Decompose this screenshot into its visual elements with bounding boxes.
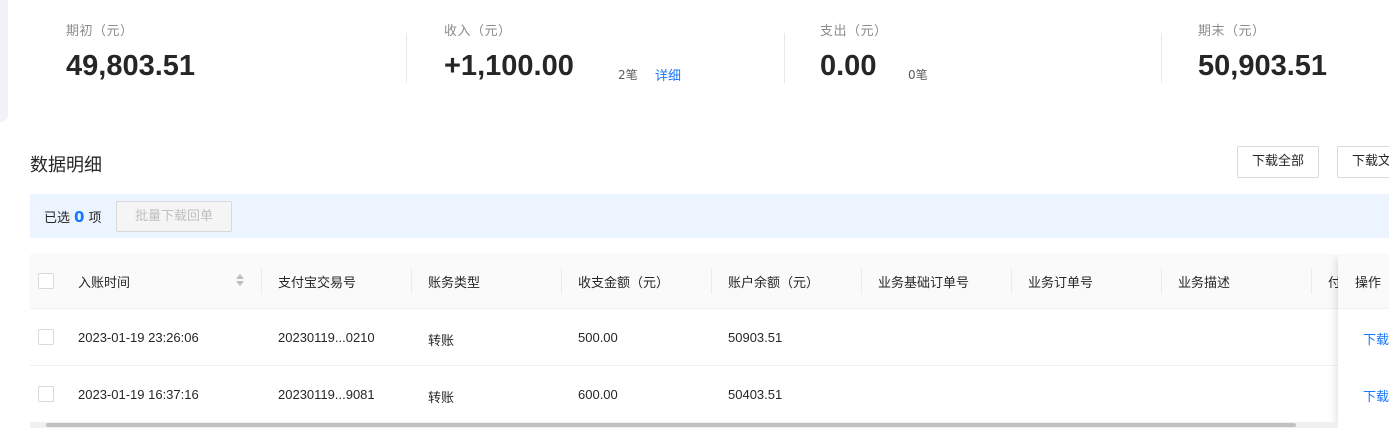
column-header-actions: 操作 [1355,276,1382,291]
expense-label: 支出（元） [820,24,888,39]
cell-type: 转账 [428,333,455,348]
selection-suffix: 项 [88,211,102,226]
cell-amount: 600.00 [578,387,618,402]
row-download-link[interactable]: 下载 [1363,329,1389,348]
income-stat: 收入（元） +1,100.00 2笔 详细 [444,20,681,84]
cell-balance: 50403.51 [728,387,783,402]
row-checkbox[interactable] [38,386,54,402]
batch-download-button[interactable]: 批量下载回单 [116,201,232,232]
expense-count: 0笔 [908,68,928,82]
divider [784,33,785,83]
selection-bar: 已选 0 项 批量下载回单 [30,194,1389,238]
expense-value: 0.00 [820,50,877,82]
table-row: 2023-01-19 16:37:16 20230119...9081 转账 6… [30,366,1389,423]
selection-summary: 已选 0 项 [44,207,101,226]
column-divider [561,268,562,294]
table-header: 入账时间 支付宝交易号 账务类型 收支金额（元） 账户余额（元） 业务基础订单号… [30,254,1389,309]
selection-count: 0 [74,208,85,226]
column-divider [861,268,862,294]
cell-time: 2023-01-19 16:37:16 [78,387,199,402]
actions-column: 操作 下载 下载 [1338,254,1389,428]
closing-balance-label: 期末（元） [1198,24,1266,39]
cell-amount: 500.00 [578,330,618,345]
income-label: 收入（元） [444,24,512,39]
section-title: 数据明细 [30,155,102,176]
panel-edge [0,0,8,122]
column-header-trade-no: 支付宝交易号 [278,276,357,291]
column-header-desc: 业务描述 [1178,276,1231,291]
opening-balance-value: 49,803.51 [66,50,196,82]
column-divider [261,268,262,294]
income-detail-link[interactable]: 详细 [655,65,681,84]
column-header-type: 账务类型 [428,276,481,291]
cell-type: 转账 [428,390,455,405]
row-checkbox[interactable] [38,329,54,345]
expense-stat: 支出（元） 0.00 0笔 [820,20,928,82]
column-divider [1161,268,1162,294]
download-all-button[interactable]: 下载全部 [1237,146,1320,178]
column-divider [1011,268,1012,294]
scrollbar-thumb[interactable] [46,423,1296,427]
closing-balance-stat: 期末（元） 50,903.51 [1198,20,1327,82]
column-header-order: 业务订单号 [1028,276,1094,291]
horizontal-scrollbar[interactable] [30,422,1338,428]
column-header-time[interactable]: 入账时间 [78,272,130,291]
cell-trade-no: 20230119...0210 [278,330,375,345]
table-row: 2023-01-19 23:26:06 20230119...0210 转账 5… [30,309,1389,366]
income-value: +1,100.00 [444,50,574,82]
column-divider [1311,268,1312,294]
cell-balance: 50903.51 [728,330,783,345]
row-download-link[interactable]: 下载 [1363,386,1389,405]
column-header-base-order: 业务基础订单号 [878,276,970,291]
divider [406,33,407,83]
column-divider [711,268,712,294]
data-table: 入账时间 支付宝交易号 账务类型 收支金额（元） 账户余额（元） 业务基础订单号… [30,254,1389,428]
actions-header: 操作 [1338,254,1389,309]
select-all-checkbox[interactable] [38,273,54,289]
column-header-balance: 账户余额（元） [728,276,820,291]
sort-icon[interactable] [235,274,245,288]
column-header-amount: 收支金额（元） [578,276,670,291]
cell-time: 2023-01-19 23:26:06 [78,330,199,345]
opening-balance-stat: 期初（元） 49,803.51 [66,20,195,82]
income-count: 2笔 [618,68,638,82]
closing-balance-value: 50,903.51 [1198,50,1328,82]
opening-balance-label: 期初（元） [66,24,134,39]
selection-prefix: 已选 [44,211,71,226]
download-file-button[interactable]: 下载文 [1337,146,1389,178]
column-divider [411,268,412,294]
summary-panel: 期初（元） 49,803.51 收入（元） +1,100.00 2笔 详细 支出… [0,0,1389,122]
cell-trade-no: 20230119...9081 [278,387,375,402]
divider [1161,33,1162,83]
